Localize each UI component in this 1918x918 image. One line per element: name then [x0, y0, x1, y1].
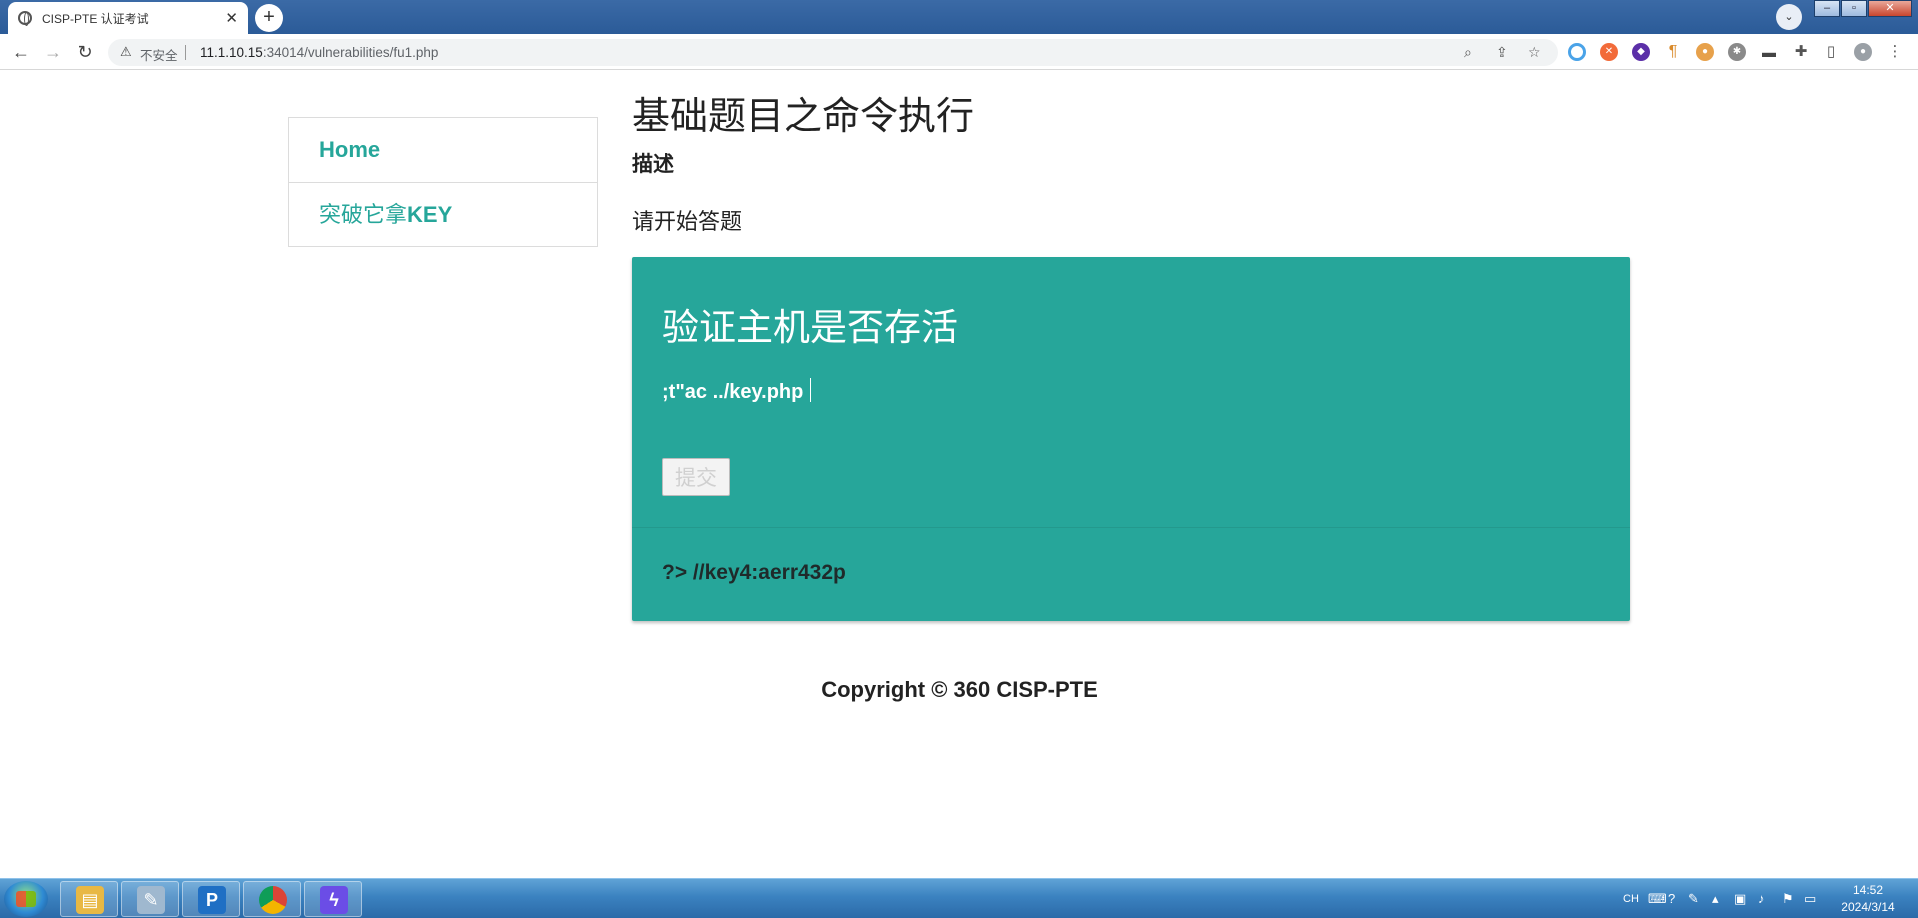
side-panel-icon[interactable]: ▯	[1822, 43, 1840, 61]
text-cursor	[810, 378, 811, 402]
sidebar-item-get-key-en: KEY	[407, 202, 453, 227]
sidebar-item-get-key-cn: 突破它拿	[319, 202, 408, 227]
extension-pilcrow-icon[interactable]: ¶	[1664, 43, 1682, 61]
maximize-button[interactable]: ▫	[1841, 0, 1867, 17]
zoom-icon[interactable]: ⌕	[1464, 44, 1472, 61]
sidebar-item-home[interactable]: Home	[289, 118, 597, 183]
keyboard-icon[interactable]: ⌨	[1648, 879, 1667, 918]
command-input[interactable]	[662, 377, 1592, 407]
minimize-button[interactable]: –	[1814, 0, 1840, 17]
url-path: :34014/vulnerabilities/fu1.php	[262, 45, 439, 60]
taskbar-proxy-button[interactable]: P	[182, 881, 240, 917]
volume-icon[interactable]: ♪	[1758, 879, 1765, 918]
warning-icon[interactable]: ⚠	[120, 44, 132, 60]
chrome-icon	[259, 886, 287, 914]
clock-date: 2024/3/14	[1841, 900, 1895, 914]
extension-orange-icon[interactable]: ✕	[1600, 43, 1618, 61]
folder-icon: ▤	[76, 886, 104, 914]
reload-button[interactable]: ↻	[73, 40, 97, 64]
address-divider	[185, 45, 186, 60]
help-icon[interactable]: ?	[1668, 879, 1675, 918]
taskbar-bolt-app-button[interactable]: ϟ	[304, 881, 362, 917]
description-text: 请开始答题	[632, 209, 743, 234]
back-button[interactable]: ←	[9, 40, 33, 64]
close-window-button[interactable]: ✕	[1868, 0, 1912, 17]
extensions-puzzle-icon[interactable]: ✚	[1792, 43, 1810, 61]
copyright-footer: Copyright © 360 CISP-PTE	[0, 677, 1918, 703]
extension-hat-icon[interactable]: ▬	[1760, 43, 1778, 61]
extension-circle-icon[interactable]	[1568, 43, 1586, 61]
sidebar-item-get-key[interactable]: 突破它拿KEY	[289, 183, 597, 248]
card-divider	[632, 527, 1630, 528]
security-label[interactable]: 不安全	[140, 45, 178, 64]
taskbar-chrome-button[interactable]	[243, 881, 301, 917]
browser-tab-strip: CISP-PTE 认证考试 ✕ + ⌄ – ▫ ✕	[0, 0, 1918, 34]
command-result: ?> //key4:aerr432p	[662, 561, 846, 584]
browser-menu-icon[interactable]: ⋮	[1886, 43, 1904, 61]
url-host: 11.1.10.15	[200, 45, 263, 60]
clock-time: 14:52	[1852, 883, 1884, 897]
tab-close-icon[interactable]: ✕	[225, 9, 238, 27]
extension-cookie-icon[interactable]: ●	[1696, 43, 1714, 61]
language-indicator[interactable]: CH	[1623, 879, 1639, 918]
new-tab-button[interactable]: +	[255, 4, 283, 32]
proxy-app-icon: P	[198, 886, 226, 914]
description-heading: 描述	[632, 153, 674, 176]
window-controls: – ▫ ✕	[1813, 0, 1912, 17]
lightning-icon: ϟ	[320, 886, 348, 914]
share-icon[interactable]: ⇪	[1496, 44, 1508, 61]
url-text[interactable]: 11.1.10.15:34014/vulnerabilities/fu1.php	[200, 45, 438, 60]
display-icon[interactable]: ▭	[1804, 879, 1816, 918]
extension-gear-icon[interactable]: ✱	[1728, 43, 1746, 61]
system-clock[interactable]: 14:52 2024/3/14	[1828, 882, 1908, 916]
sidebar-nav: Home 突破它拿KEY	[288, 117, 598, 247]
card-title: 验证主机是否存活	[662, 307, 958, 348]
bookmark-star-icon[interactable]: ☆	[1528, 44, 1541, 61]
taskbar-notepad-button[interactable]: ✎	[121, 881, 179, 917]
globe-icon	[18, 11, 32, 26]
extension-purple-icon[interactable]: ◆	[1632, 43, 1650, 61]
copyright-text: Copyright © 360 CISP-PTE	[821, 677, 1098, 702]
windows-taskbar: ▤ ✎ P ϟ CH ⌨ ? ✎ ▴ ▣ ♪ ⚑ ▭ 14:52 2024/3/…	[0, 878, 1918, 918]
browser-tab[interactable]: CISP-PTE 认证考试 ✕	[8, 2, 248, 34]
challenge-card: 验证主机是否存活 提交 ?> //key4:aerr432p	[632, 257, 1630, 621]
notepad-icon: ✎	[137, 886, 165, 914]
action-center-icon[interactable]: ⚑	[1782, 879, 1794, 918]
profile-avatar-icon[interactable]: ●	[1854, 43, 1872, 61]
browser-toolbar: ← → ↻ ⚠ 不安全 11.1.10.15:34014/vulnerabili…	[0, 34, 1918, 70]
network-icon[interactable]: ▣	[1734, 879, 1746, 918]
tray-expand-icon[interactable]: ▴	[1712, 879, 1719, 918]
taskbar-explorer-button[interactable]: ▤	[60, 881, 118, 917]
submit-button[interactable]: 提交	[662, 458, 730, 496]
address-bar[interactable]: ⚠ 不安全 11.1.10.15:34014/vulnerabilities/f…	[108, 39, 1558, 66]
start-button[interactable]	[4, 881, 48, 917]
tab-search-button[interactable]: ⌄	[1776, 4, 1802, 30]
tab-title: CISP-PTE 认证考试	[42, 11, 149, 26]
page-title: 基础题目之命令执行	[632, 96, 975, 138]
pen-icon[interactable]: ✎	[1688, 879, 1699, 918]
forward-button[interactable]: →	[41, 40, 65, 64]
